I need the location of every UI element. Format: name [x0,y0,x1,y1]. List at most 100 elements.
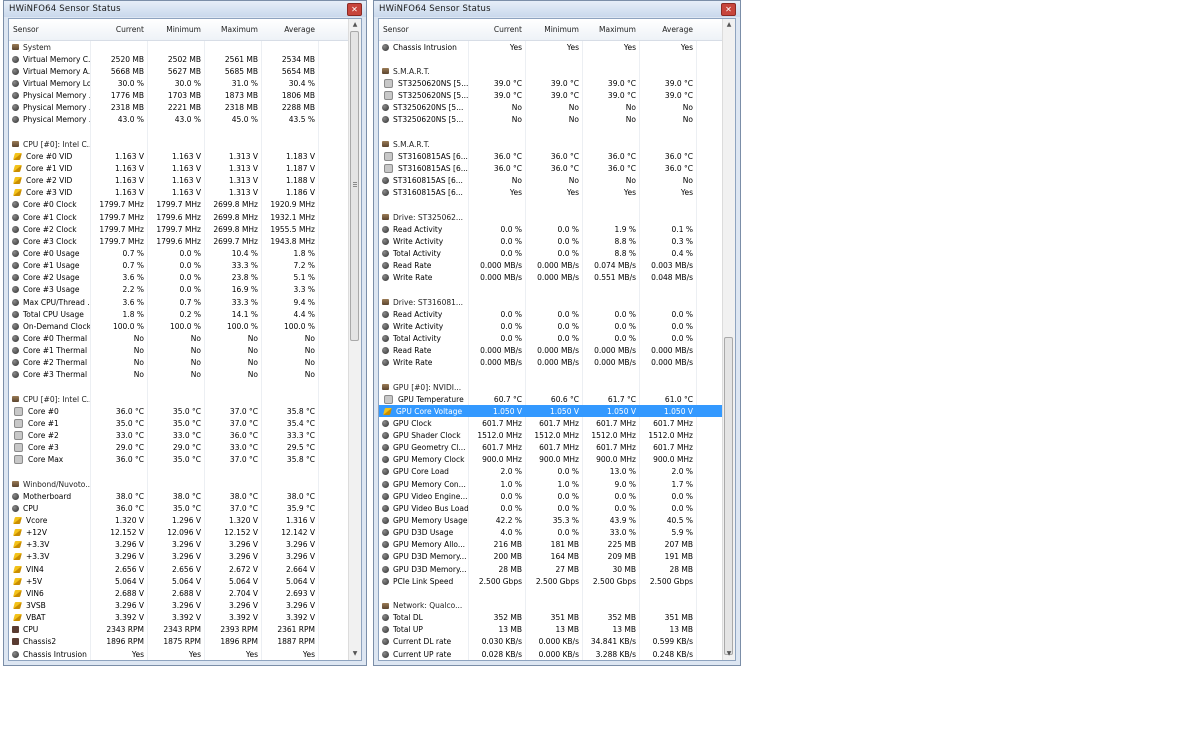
table-row[interactable]: Current DL rate 0.030 KB/s 0.000 KB/s 34.84… [379,635,722,649]
table-row[interactable]: Core #1 Usage 0.7 % 0.0 % 33.3 % 7.2 % [9,259,348,272]
table-row[interactable]: GPU D3D Memory... 28 MB 27 MB 30 MB 28 MB [379,563,722,576]
table-row[interactable]: +3.3V 3.296 V 3.296 V 3.296 V 3.296 V [9,538,348,551]
table-row[interactable]: Core #1 VID 1.163 V 1.163 V 1.313 V 1.187 V [9,162,348,175]
col-sensor[interactable]: Sensor [9,25,91,34]
table-row[interactable]: 3VSB 3.296 V 3.296 V 3.296 V 3.296 V [9,599,348,612]
table-row[interactable]: ST3160815AS [6... 36.0 °C 36.0 °C 36.0 °C 36… [379,162,722,175]
table-row[interactable]: Core #1 35.0 °C 35.0 °C 37.0 °C 35.4 °C [9,417,348,430]
table-row[interactable]: GPU Core Voltage 1.050 V 1.050 V 1.050 V 1.0… [379,405,722,418]
table-row[interactable]: VIN4 2.656 V 2.656 V 2.672 V 2.664 V [9,563,348,576]
group-header[interactable]: System [9,41,348,54]
sensor-list[interactable]: Sensor Current Minimum Maximum Average S… [8,18,362,661]
table-row[interactable]: Core #1 Clock 1799.7 MHz 1799.6 MHz 2699.8 … [9,210,348,224]
table-row[interactable]: GPU Clock 601.7 MHz 601.7 MHz 601.7 MHz 601.… [379,417,722,430]
table-row[interactable]: Core #0 36.0 °C 35.0 °C 37.0 °C 35.8 °C [9,405,348,418]
table-row[interactable]: Write Rate 0.000 MB/s 0.000 MB/s 0.000 MB/s… [379,356,722,369]
table-row[interactable]: GPU Shader Clock 1512.0 MHz 1512.0 MHz 1512… [379,429,722,442]
table-row[interactable]: +12V 12.152 V 12.096 V 12.152 V 12.142 V [9,526,348,539]
table-row[interactable]: GPU Geometry Cl... 601.7 MHz 601.7 MHz 601.… [379,441,722,454]
col-minimum[interactable]: Minimum [526,25,583,34]
table-row[interactable]: Virtual Memory A... 5668 MB 5627 MB 5685 MB… [9,65,348,78]
table-row[interactable]: Core #0 Clock 1799.7 MHz 1799.7 MHz 2699.8 … [9,198,348,211]
group-header[interactable]: Winbond/Nuvoto... [9,478,348,491]
table-row[interactable]: Core #3 29.0 °C 29.0 °C 33.0 °C 29.5 °C [9,441,348,454]
table-row[interactable]: Motherboard 38.0 °C 38.0 °C 38.0 °C 38.0 °C [9,490,348,503]
table-row[interactable]: Total UP 13 MB 13 MB 13 MB 13 MB [379,623,722,636]
table-row[interactable]: ST3160815AS [6... Yes Yes Yes Yes [379,186,722,199]
table-row[interactable]: CPU 36.0 °C 35.0 °C 37.0 °C 35.9 °C [9,502,348,515]
table-row[interactable]: Core #2 VID 1.163 V 1.163 V 1.313 V 1.188 V [9,174,348,187]
vertical-scrollbar[interactable]: ▲ ▼ [348,19,361,660]
table-row[interactable]: GPU D3D Memory... 200 MB 164 MB 209 MB 191 M… [379,550,722,564]
table-row[interactable]: Chassis Intrusion Yes Yes Yes Yes [9,648,348,660]
table-row[interactable]: Current UP rate 0.028 KB/s 0.000 KB/s 3.288… [379,648,722,660]
table-row[interactable]: VBAT 3.392 V 3.392 V 3.392 V 3.392 V [9,611,348,624]
table-row[interactable]: Core #2 Usage 3.6 % 0.0 % 23.8 % 5.1 % [9,271,348,284]
table-row[interactable]: Virtual Memory C... 2520 MB 2502 MB 2561 MB… [9,53,348,66]
table-row[interactable]: ST3250620NS [5... 39.0 °C 39.0 °C 39.0 °C 39… [379,89,722,102]
group-header[interactable]: Drive: ST316081... [379,295,722,309]
table-row[interactable]: Core #0 Thermal ... No No No No [9,332,348,345]
col-maximum[interactable]: Maximum [583,25,640,34]
table-row[interactable]: Vcore 1.320 V 1.296 V 1.320 V 1.316 V [9,514,348,527]
col-average[interactable]: Average [640,25,697,34]
col-sensor[interactable]: Sensor [379,25,469,34]
scroll-up-icon[interactable]: ▲ [723,19,735,31]
col-current[interactable]: Current [91,25,148,34]
table-row[interactable]: Read Rate 0.000 MB/s 0.000 MB/s 0.000 MB/s 0… [379,344,722,357]
group-header[interactable]: S.M.A.R.T. [379,65,722,78]
table-row[interactable]: Core #0 VID 1.163 V 1.163 V 1.313 V 1.183 V [9,150,348,163]
table-row[interactable]: CPU 2343 RPM 2343 RPM 2393 RPM 2361 RPM [9,623,348,636]
table-row[interactable]: Max CPU/Thread ... 3.6 % 0.7 % 33.3 % 9.4 % [9,295,348,309]
table-row[interactable]: GPU Video Bus Load 0.0 % 0.0 % 0.0 % 0.0 % [379,502,722,515]
table-row[interactable]: Core #3 Thermal ... No No No No [9,368,348,381]
table-row[interactable]: Core #3 VID 1.163 V 1.163 V 1.313 V 1.186 V [9,186,348,199]
table-row[interactable]: ST3250620NS [5... 39.0 °C 39.0 °C 39.0 °C 39… [379,77,722,90]
sensor-window-left[interactable]: HWiNFO64 Sensor Status ✕ Sensor Current … [3,0,367,666]
close-button[interactable]: ✕ [721,2,736,16]
table-row[interactable]: Core #2 Thermal ... No No No No [9,356,348,369]
table-row[interactable]: +5V 5.064 V 5.064 V 5.064 V 5.064 V [9,575,348,588]
vertical-scrollbar[interactable]: ▲ ▼ [722,19,735,660]
col-current[interactable]: Current [469,25,526,34]
table-row[interactable]: Read Activity 0.0 % 0.0 % 1.9 % 0.1 % [379,223,722,236]
table-row[interactable]: GPU Temperature 60.7 °C 60.6 °C 61.7 °C 61.0… [379,393,722,406]
title-bar[interactable]: HWiNFO64 Sensor Status ✕ [374,1,740,17]
group-header[interactable]: GPU [#0]: NVIDI... [379,380,722,394]
table-row[interactable]: GPU Memory Clock 900.0 MHz 900.0 MHz 900.0 … [379,453,722,466]
table-row[interactable]: Total Activity 0.0 % 0.0 % 0.0 % 0.0 % [379,332,722,345]
table-row[interactable]: Write Activity 0.0 % 0.0 % 8.8 % 0.3 % [379,235,722,248]
group-header[interactable]: CPU [#0]: Intel C... [9,393,348,406]
table-row[interactable]: Core Max 36.0 °C 35.0 °C 37.0 °C 35.8 °C [9,453,348,466]
table-row[interactable]: Physical Memory ... 1776 MB 1703 MB 1873 MB… [9,89,348,102]
table-row[interactable]: GPU D3D Usage 4.0 % 0.0 % 33.0 % 5.9 % [379,526,722,539]
group-header[interactable]: S.M.A.R.T. [379,138,722,151]
table-row[interactable]: GPU Core Load 2.0 % 0.0 % 13.0 % 2.0 % [379,465,722,479]
table-row[interactable]: Core #3 Usage 2.2 % 0.0 % 16.9 % 3.3 % [9,283,348,296]
table-row[interactable]: Chassis Intrusion Yes Yes Yes Yes [379,41,722,54]
table-row[interactable]: Read Activity 0.0 % 0.0 % 0.0 % 0.0 % [379,308,722,321]
table-row[interactable]: GPU Memory Usage 42.2 % 35.3 % 43.9 % 40.5 % [379,514,722,527]
col-average[interactable]: Average [262,25,319,34]
table-row[interactable]: Write Rate 0.000 MB/s 0.000 MB/s 0.551 MB/s… [379,271,722,284]
table-row[interactable]: Chassis2 1896 RPM 1875 RPM 1896 RPM 1887 RPM [9,635,348,649]
table-row[interactable]: PCIe Link Speed 2.500 Gbps 2.500 Gbps 2.500… [379,575,722,588]
scroll-down-icon[interactable]: ▼ [723,648,735,660]
table-row[interactable]: Core #0 Usage 0.7 % 0.0 % 10.4 % 1.8 % [9,247,348,260]
sensor-list[interactable]: Sensor Current Minimum Maximum Average C… [378,18,736,661]
table-row[interactable]: Physical Memory ... 2318 MB 2221 MB 2318 MB… [9,101,348,114]
sensor-window-right[interactable]: HWiNFO64 Sensor Status ✕ Sensor Current … [373,0,741,666]
group-header[interactable]: Network: Qualco... [379,599,722,612]
table-row[interactable]: Total Activity 0.0 % 0.0 % 8.8 % 0.4 % [379,247,722,260]
group-header[interactable]: CPU [#0]: Intel C... [9,138,348,151]
group-header[interactable]: Drive: ST325062... [379,210,722,224]
scrollbar-thumb[interactable] [350,31,359,341]
table-row[interactable]: GPU Memory Allo... 216 MB 181 MB 225 MB 207 … [379,538,722,551]
table-row[interactable]: ST3250620NS [5... No No No No [379,101,722,114]
table-row[interactable]: GPU Memory Con... 1.0 % 1.0 % 9.0 % 1.7 % [379,478,722,491]
table-row[interactable]: Read Rate 0.000 MB/s 0.000 MB/s 0.074 MB/s 0… [379,259,722,272]
table-row[interactable]: GPU Video Engine... 0.0 % 0.0 % 0.0 % 0.0 % [379,490,722,503]
table-row[interactable]: VIN6 2.688 V 2.688 V 2.704 V 2.693 V [9,587,348,600]
table-row[interactable]: +3.3V 3.296 V 3.296 V 3.296 V 3.296 V [9,550,348,564]
table-row[interactable]: Physical Memory ... 43.0 % 43.0 % 45.0 % 43.… [9,113,348,126]
